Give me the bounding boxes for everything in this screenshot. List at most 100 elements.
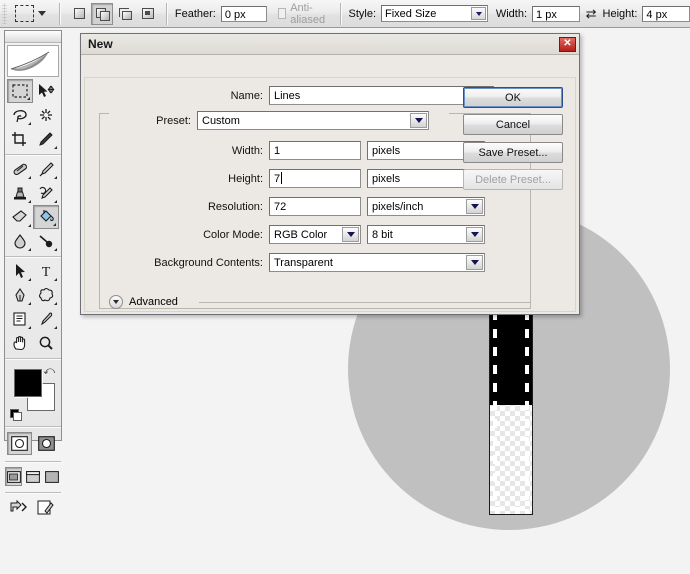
tool-paint-bucket[interactable] (33, 205, 59, 229)
height-input[interactable]: 7 (269, 169, 361, 188)
tool-preset-picker[interactable] (11, 1, 52, 26)
save-preset-button[interactable]: Save Preset... (463, 142, 563, 163)
type-tool-icon: T (42, 265, 51, 279)
chevron-down-icon[interactable] (466, 199, 483, 214)
swap-dimensions-icon[interactable]: ⇄ (586, 7, 597, 20)
style-label: Style: (348, 7, 377, 20)
style-select[interactable]: Fixed Size (381, 5, 489, 22)
tool-brush[interactable] (33, 157, 59, 181)
width-input[interactable]: 1 px (532, 5, 580, 22)
tool-clone-stamp[interactable] (7, 181, 33, 205)
standard-mode-button[interactable] (7, 432, 32, 455)
flyout-corner-icon (54, 176, 57, 179)
cancel-button[interactable]: Cancel (463, 114, 563, 135)
slice-tool-icon (39, 132, 53, 146)
swap-colors-icon[interactable]: ⤺ (43, 366, 55, 377)
tool-type[interactable]: T (33, 259, 59, 283)
toolbox-row (5, 229, 61, 253)
tool-hand[interactable] (7, 331, 33, 355)
advanced-disclosure[interactable]: Advanced (109, 295, 178, 309)
color-swatches-group: ⤺ (5, 359, 61, 427)
chevron-down-icon[interactable] (466, 227, 483, 242)
resolution-units-select[interactable]: pixels/inch (367, 197, 485, 216)
toolbox-row (5, 103, 61, 127)
ok-button[interactable]: OK (463, 87, 563, 108)
foreground-color-swatch[interactable] (14, 369, 42, 397)
standard-screen-mode-button[interactable] (5, 467, 23, 486)
intersect-with-selection-button[interactable] (137, 3, 159, 25)
tool-magic-wand[interactable] (33, 103, 59, 127)
height-input[interactable]: 4 px (642, 5, 690, 22)
color-depth-select[interactable]: 8 bit (367, 225, 485, 244)
default-colors-icon[interactable] (10, 409, 22, 421)
chevron-down-icon[interactable] (466, 255, 483, 270)
name-input[interactable]: Lines (269, 86, 494, 105)
feather-input[interactable]: 0 px (220, 5, 267, 22)
tool-slice[interactable] (33, 127, 59, 151)
full-screen-mode-button[interactable] (44, 467, 61, 486)
add-to-selection-icon (95, 7, 110, 21)
tool-rectangular-marquee[interactable] (7, 79, 33, 103)
close-icon[interactable]: ✕ (559, 36, 576, 52)
tool-lasso[interactable] (7, 103, 33, 127)
new-selection-button[interactable] (68, 3, 90, 25)
quick-mask-mode-button[interactable] (34, 432, 59, 455)
chevron-down-icon[interactable] (410, 113, 427, 128)
tool-healing-brush[interactable] (7, 157, 33, 181)
tool-path-selection[interactable] (7, 259, 33, 283)
style-value: Fixed Size (385, 8, 437, 20)
flyout-corner-icon (28, 200, 31, 203)
tool-pen[interactable] (7, 283, 33, 307)
antialiased-checkbox[interactable]: Anti-aliased (277, 2, 333, 26)
toolbox-group-retouch-paint (5, 155, 61, 257)
add-to-selection-button[interactable] (91, 2, 114, 25)
tool-notes[interactable] (7, 307, 33, 331)
resolution-input[interactable]: 72 (269, 197, 361, 216)
tool-zoom[interactable] (33, 331, 59, 355)
advanced-label: Advanced (129, 296, 178, 308)
tool-eraser[interactable] (7, 205, 33, 229)
jump-to-imageready-button[interactable] (8, 496, 32, 518)
resolution-row: Resolution: 72 pixels/inch (121, 197, 485, 216)
preset-label: Preset: (156, 114, 191, 127)
chevron-down-icon[interactable] (38, 11, 47, 16)
preset-value: Custom (202, 115, 240, 127)
edit-in-imageready-icon (37, 500, 54, 514)
color-swatches: ⤺ (5, 365, 61, 421)
toolbox-row: T (5, 259, 61, 283)
advanced-separator (199, 302, 531, 303)
preset-select[interactable]: Custom (197, 111, 429, 130)
toolbox-row (5, 127, 61, 151)
options-bar-grip[interactable] (2, 3, 8, 24)
tool-custom-shape[interactable] (33, 283, 59, 307)
tool-eyedropper[interactable] (33, 307, 59, 331)
pen-tool-icon (15, 288, 25, 302)
chevron-down-icon[interactable] (109, 295, 123, 309)
width-input[interactable]: 1 (269, 141, 361, 160)
jump-to-imageready-icon (10, 499, 27, 511)
background-contents-row: Background Contents: Transparent (103, 253, 485, 272)
chevron-down-icon[interactable] (342, 227, 359, 242)
tool-history-brush[interactable] (33, 181, 59, 205)
color-depth-value: 8 bit (372, 229, 393, 241)
color-mode-select[interactable]: RGB Color (269, 225, 361, 244)
flyout-corner-icon (54, 248, 57, 251)
flyout-corner-icon (28, 176, 31, 179)
chevron-down-icon[interactable] (471, 7, 487, 20)
tool-move[interactable] (33, 79, 59, 103)
full-screen-with-menubar-button[interactable] (24, 467, 41, 486)
delete-preset-button: Delete Preset... (463, 169, 563, 190)
background-contents-select[interactable]: Transparent (269, 253, 485, 272)
tool-dodge[interactable] (33, 229, 59, 253)
subtract-from-selection-icon (119, 8, 133, 20)
tool-blur[interactable] (7, 229, 33, 253)
toolbox-titlebar[interactable] (5, 31, 61, 43)
zoom-tool-icon (39, 336, 53, 350)
dialog-titlebar[interactable]: New ✕ (81, 34, 579, 55)
subtract-from-selection-button[interactable] (114, 3, 136, 25)
toolbox-row (5, 157, 61, 181)
tool-crop[interactable] (7, 127, 33, 151)
flyout-corner-icon (27, 97, 30, 100)
edit-in-imageready-button[interactable] (34, 496, 58, 518)
move-tool-icon (39, 84, 55, 97)
